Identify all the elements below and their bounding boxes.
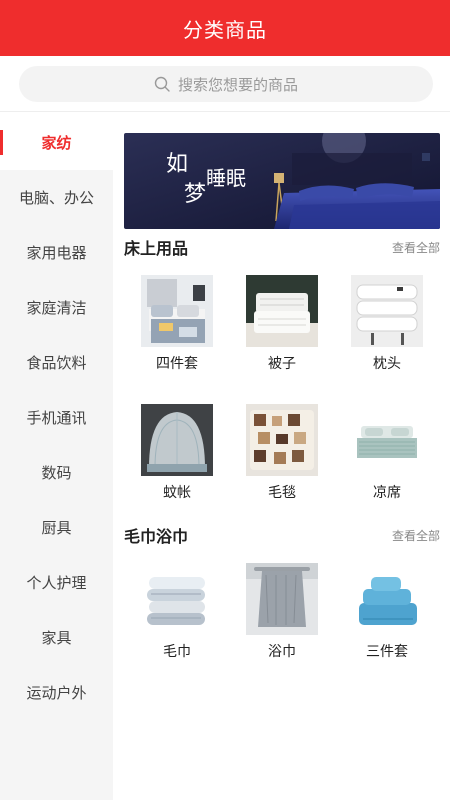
search-input[interactable]: 搜索您想要的商品 [19,66,433,102]
sidebar-item-furniture[interactable]: 家具 [0,610,113,665]
list-item[interactable]: 凉席 [337,404,437,502]
sidebar-item-label: 手机通讯 [26,409,87,427]
sidebar-item-label: 电脑、办公 [18,189,94,207]
sidebar-item-personal-care[interactable]: 个人护理 [0,555,113,610]
item-label: 凉席 [373,485,401,501]
item-label: 被子 [268,356,296,372]
quilt-icon [246,275,318,347]
sidebar-item-home-textile[interactable]: 家纺 [0,115,113,170]
sidebar-item-kitchenware[interactable]: 厨具 [0,500,113,555]
top-header: 分类商品 [0,0,450,56]
list-item[interactable]: 蚊帐 [127,404,227,502]
sidebar-item-digital[interactable]: 数码 [0,445,113,500]
sidebar-item-home-cleaning[interactable]: 家庭清洁 [0,280,113,335]
bedding-set-icon [141,275,213,347]
banner-text-sleep: 睡眠 [206,166,246,190]
section-title: 毛巾浴巾 [124,527,189,546]
towel-icon [141,563,213,635]
sidebar-item-computer-office[interactable]: 电脑、办公 [0,170,113,225]
page-title: 分类商品 [183,17,267,42]
sidebar-item-food-drinks[interactable]: 食品饮料 [0,335,113,390]
category-content: 如 梦 睡眠 床上用品 查看全部 四件套 被子 枕头 蚊帐 毛毯 凉席 毛巾浴巾… [113,115,450,800]
view-all-link[interactable]: 查看全部 [392,239,440,256]
list-item[interactable]: 被子 [232,275,332,373]
mosquito-net-icon [141,404,213,476]
search-placeholder: 搜索您想要的商品 [177,75,298,94]
list-item[interactable]: 毛巾 [127,563,227,661]
sidebar-item-label: 运动户外 [26,684,87,702]
item-label: 四件套 [156,356,198,372]
list-item[interactable]: 毛毯 [232,404,332,502]
pillow-icon [351,275,423,347]
item-label: 毛巾 [163,644,191,660]
sidebar-item-mobile[interactable]: 手机通讯 [0,390,113,445]
promo-banner[interactable]: 如 梦 睡眠 [124,133,440,229]
sidebar-item-label: 食品饮料 [26,354,87,372]
search-icon [154,76,170,92]
search-bar-area: 搜索您想要的商品 [0,56,450,112]
item-label: 浴巾 [268,644,296,660]
section-header-towels: 毛巾浴巾 查看全部 [124,523,440,547]
section-title: 床上用品 [124,239,189,258]
towel-set-icon [351,563,423,635]
sidebar-item-label: 数码 [41,464,72,482]
sidebar-item-sports-outdoor[interactable]: 运动户外 [0,665,113,720]
bath-towel-icon [246,563,318,635]
view-all-link[interactable]: 查看全部 [392,527,440,544]
sidebar-item-label: 家用电器 [26,244,87,262]
list-item[interactable]: 三件套 [337,563,437,661]
item-label: 枕头 [373,356,401,372]
list-item[interactable]: 四件套 [127,275,227,373]
list-item[interactable]: 浴巾 [232,563,332,661]
list-item[interactable]: 枕头 [337,275,437,373]
banner-bedroom-image: 如 梦 睡眠 [124,133,440,229]
item-label: 蚊帐 [163,485,191,501]
summer-mat-icon [351,404,423,476]
sidebar-item-label: 个人护理 [26,574,87,592]
sidebar-item-label: 厨具 [41,519,72,537]
sidebar-item-label: 家庭清洁 [26,299,87,317]
banner-text-meng: 梦 [184,182,206,207]
sidebar-item-home-appliances[interactable]: 家用电器 [0,225,113,280]
banner-text-ru: 如 [166,152,188,177]
sidebar-item-label: 家具 [41,629,72,647]
item-label: 三件套 [366,644,408,660]
blanket-icon [246,404,318,476]
section-header-bedding: 床上用品 查看全部 [124,235,440,259]
item-label: 毛毯 [268,485,296,501]
sidebar-item-label: 家纺 [41,134,72,152]
category-sidebar: 家纺 电脑、办公 家用电器 家庭清洁 食品饮料 手机通讯 数码 厨具 个人护理 … [0,115,113,800]
